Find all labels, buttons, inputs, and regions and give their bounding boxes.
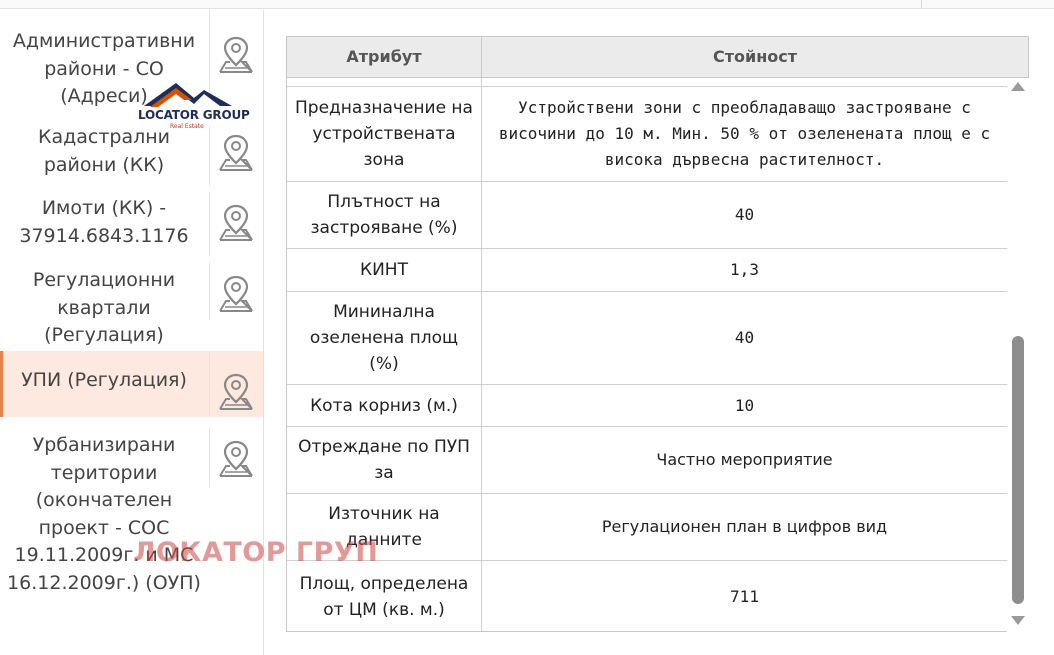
table-row: Отреждане по ПУП за Частно мероприятие (287, 427, 1007, 494)
map-pin-icon[interactable] (216, 35, 256, 75)
table-row: Кота корниз (м.) 10 (287, 385, 1007, 427)
table-row: Източник на данните Регулационен план в … (287, 494, 1007, 561)
sidebar-item-label: УПИ (Регулация) (21, 369, 187, 391)
map-pin-icon[interactable] (216, 203, 256, 243)
sidebar-divider (209, 192, 210, 256)
value-cell: 40 (734, 328, 755, 347)
sidebar-item-label: Урбанизирани територии (окончателен прое… (7, 434, 201, 594)
sidebar-item-properties[interactable]: Имоти (КК) - 37914.6843.1176 (0, 192, 263, 262)
value-cell: Устройствени зони с преобладаващо застро… (498, 98, 991, 169)
sidebar-divider (209, 427, 210, 487)
scroll-down-arrow-icon[interactable] (1011, 616, 1025, 625)
value-cell: 711 (730, 587, 759, 606)
locator-group-logo: LOCATOR GROUP Real Estate (136, 80, 250, 132)
value-cell (482, 78, 1007, 86)
logo-name: LOCATOR GROUP (138, 108, 250, 122)
map-pin-icon[interactable] (216, 133, 256, 173)
map-pin-icon[interactable] (216, 274, 256, 314)
table-header: Атрибут Стойност (287, 37, 1028, 78)
table-row-partial (287, 78, 1007, 87)
value-cell: 10 (734, 395, 755, 415)
value-cell: Частно мероприятие (656, 450, 833, 469)
sidebar-item-label: Регулационни квартали (Регулация) (32, 269, 176, 346)
attribute-cell: Плътност на застрояване (%) (287, 182, 482, 248)
sidebar-item-label: Имоти (КК) - 37914.6843.1176 (19, 197, 189, 247)
column-header-value[interactable]: Стойност (482, 37, 1028, 77)
column-header-attribute[interactable]: Атрибут (287, 37, 482, 77)
watermark-text: ЛОКАТОР ГРУП (133, 537, 379, 568)
attribute-cell (287, 78, 482, 86)
value-cell: 1,3 (730, 260, 759, 279)
attribute-cell: Предназначение на устройствената зона (287, 87, 482, 181)
map-pin-icon[interactable] (216, 439, 256, 479)
table-scrollbar[interactable] (1007, 78, 1029, 632)
attribute-table: Атрибут Стойност Предназначение на устро… (286, 36, 1029, 632)
table-row: Площ, определена от ЦМ (кв. м.) 711 (287, 561, 1007, 631)
sidebar-item-urbanized-territories[interactable]: Урбанизирани територии (окончателен прое… (0, 427, 263, 610)
attribute-cell: Мининална озеленена площ (%) (287, 292, 482, 384)
attribute-cell: Площ, определена от ЦМ (кв. м.) (287, 561, 482, 631)
table-row: Мининална озеленена площ (%) 40 (287, 292, 1007, 385)
sidebar-item-upi[interactable]: УПИ (Регулация) (0, 351, 263, 417)
value-cell: Регулационен план в цифров вид (601, 517, 888, 536)
mountain-logo-icon (144, 83, 232, 107)
table-row: Предназначение на устройствената зона Ус… (287, 87, 1007, 182)
table-row: КИНТ 1,3 (287, 249, 1007, 292)
sidebar-divider (209, 351, 210, 417)
map-pin-icon[interactable] (216, 372, 256, 412)
sidebar-divider (209, 262, 210, 320)
sidebar-item-label: Кадастрални райони (КК) (37, 126, 171, 176)
table-row: Плътност на застрояване (%) 40 (287, 182, 1007, 249)
sidebar-divider (209, 126, 210, 186)
attribute-cell: КИНТ (287, 249, 482, 291)
logo-subtitle: Real Estate (170, 123, 204, 130)
attribute-cell: Кота корниз (м.) (287, 385, 482, 426)
table-body[interactable]: Предназначение на устройствената зона Ус… (287, 78, 1007, 631)
top-toolbar-strip (0, 0, 1054, 9)
sidebar-item-cadastral-regions[interactable]: Кадастрални райони (КК) (0, 126, 263, 192)
scroll-up-arrow-icon[interactable] (1011, 82, 1025, 91)
sidebar-item-regulation-quarters[interactable]: Регулационни квартали (Регулация) (0, 262, 263, 351)
toolbar-divider (921, 0, 922, 8)
scrollbar-thumb[interactable] (1012, 336, 1024, 604)
value-cell: 40 (734, 205, 755, 224)
attribute-cell: Отреждане по ПУП за (287, 427, 482, 493)
